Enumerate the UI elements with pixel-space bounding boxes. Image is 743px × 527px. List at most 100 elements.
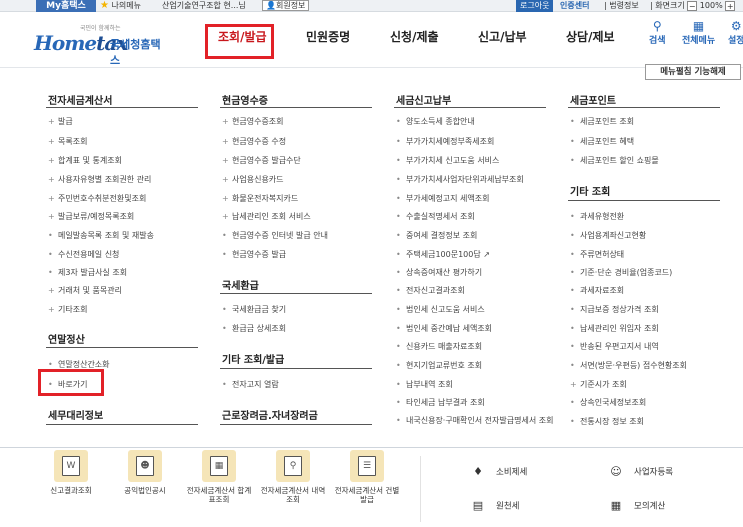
- search-icon: ⚲: [652, 19, 662, 33]
- settings-button[interactable]: ⚙ 설정: [728, 19, 743, 46]
- menu-item[interactable]: • 세금포인트 할인 쇼핑몰: [570, 155, 659, 166]
- menu-item[interactable]: • 부가세예정고지 세액조회: [396, 193, 490, 204]
- menu-item[interactable]: • 현지기업교류번호 조회: [396, 360, 482, 371]
- menu-item[interactable]: • 타인세금 납부결과 조회: [396, 397, 485, 408]
- menu-item[interactable]: • 제3자 발급사실 조회: [48, 267, 127, 278]
- menu-item[interactable]: • 지급보증 정상가격 조회: [570, 304, 659, 315]
- zoom-in-button[interactable]: +: [725, 0, 736, 11]
- menu-item-label: 납부내역 조회: [406, 380, 453, 389]
- menu-item[interactable]: • 전자고지 열람: [222, 379, 279, 390]
- company-name: 산업기술연구조합 현...님: [162, 1, 246, 10]
- menu-item[interactable]: + 납세관리인 조회 서비스: [222, 211, 311, 222]
- menu-item[interactable]: • 신용카드 매출자료조회: [396, 341, 482, 352]
- menu-item[interactable]: + 기준시가 조회: [570, 379, 627, 390]
- menu-item[interactable]: • 법인세 중간예납 세액조회: [396, 323, 492, 334]
- document-list-icon: ☰: [350, 450, 384, 482]
- menu-item[interactable]: • 상속증여재산 평가하기: [396, 267, 482, 278]
- menu-item[interactable]: • 과세자료조회: [570, 285, 624, 296]
- menu-item[interactable]: • 환급금 상세조회: [222, 323, 286, 334]
- law-info-link[interactable]: | 법령정보: [604, 0, 639, 12]
- my-hometax-button[interactable]: My홈택스: [36, 0, 96, 12]
- menu-item[interactable]: • 주류면허상태: [570, 249, 624, 260]
- law-info-label: 법령정보: [609, 1, 639, 10]
- nav-report-pay[interactable]: 신고/납부: [478, 28, 527, 45]
- menu-item[interactable]: + 합계표 및 통계조회: [48, 155, 122, 166]
- menu-item[interactable]: + 기타조회: [48, 304, 87, 315]
- link-consumption-tax[interactable]: ♦ 소비제세: [470, 464, 527, 480]
- menu-item[interactable]: • 반송된 우편고지서 내역: [570, 341, 659, 352]
- menu-item-label: 기타조회: [58, 305, 88, 314]
- menu-item[interactable]: + 화물운전자복지카드: [222, 193, 298, 204]
- menu-item[interactable]: + 사업용신용카드: [222, 174, 284, 185]
- link-simulation[interactable]: ▦ 모의계산: [608, 498, 665, 514]
- quick-link-einvoice-detail[interactable]: ⚲ 전자세금계산서 내역조회: [258, 450, 328, 504]
- menu-item-label: 부가가치세예정부족세조회: [406, 137, 495, 146]
- menu-item-label: 상속증여재산 평가하기: [406, 268, 483, 277]
- all-menu-button[interactable]: ▦ 전체메뉴: [682, 19, 715, 46]
- menu-item[interactable]: + 주민번호수취분전환및조회: [48, 193, 146, 204]
- menu-bubble-toggle-button[interactable]: 메뉴펼침 기능해제: [645, 64, 741, 80]
- link-business-registration[interactable]: ☺ 사업자등록: [608, 464, 673, 480]
- quick-link-einvoice-summary[interactable]: ▦ 전자세금계산서 합계표조회: [184, 450, 254, 504]
- menu-item[interactable]: • 납세관리인 위임자 조회: [570, 323, 659, 334]
- menu-item[interactable]: + 현금영수증 수정: [222, 136, 286, 147]
- menu-item-label: 현금영수증 발급수단: [232, 156, 301, 165]
- menu-item[interactable]: • 내국신용장·구매확인서 전자발급명세서 조회: [396, 416, 568, 434]
- menu-item[interactable]: • 국세환급금 찾기: [222, 304, 286, 315]
- nav-civil-certificate[interactable]: 민원증명: [306, 28, 350, 45]
- nav-apply-submit[interactable]: 신청/제출: [390, 28, 439, 45]
- quick-link-public-corp[interactable]: ☻ 공익법인공시: [110, 450, 180, 495]
- menu-item[interactable]: + 거래처 및 품목관리: [48, 285, 122, 296]
- menu-item[interactable]: • 전통시장 정보 조회: [570, 416, 644, 427]
- menu-item[interactable]: • 양도소득세 종합안내: [396, 116, 475, 127]
- menu-item[interactable]: • 주택세금100문100답 ↗: [396, 249, 490, 260]
- menu-item[interactable]: • 메일발송목록 조회 및 재발송: [48, 230, 154, 241]
- menu-item[interactable]: • 현금영수증 발급: [222, 249, 286, 260]
- menu-item[interactable]: + 발급: [48, 116, 73, 127]
- menu-item[interactable]: • 사업용계좌신고현황: [570, 230, 646, 241]
- menu-item[interactable]: • 전자신고결과조회: [396, 285, 465, 296]
- nav-consult-report[interactable]: 상담/제보: [566, 28, 615, 45]
- menu-item[interactable]: + 현금영수증조회: [222, 116, 284, 127]
- menu-item[interactable]: • 부가가치세사업자단위과세납부조회: [396, 174, 524, 185]
- menu-item[interactable]: • 법인세 신고도움 서비스: [396, 304, 485, 315]
- menu-item[interactable]: + 목록조회: [48, 136, 87, 147]
- member-info-button[interactable]: 👤회원정보: [262, 0, 310, 11]
- link-withholding-tax[interactable]: ▤ 원천세: [470, 498, 520, 514]
- menu-item[interactable]: • 중여세 결정정보 조회: [396, 230, 477, 241]
- col-title-eitc[interactable]: 근로장려금.자녀장려금: [222, 407, 318, 422]
- zoom-out-button[interactable]: −: [687, 0, 698, 11]
- quick-link-einvoice-issue[interactable]: ☰ 전자세금계산서 건별발급: [332, 450, 402, 504]
- divider: [394, 107, 546, 108]
- quick-link-label: 공익법인공시: [124, 486, 166, 495]
- menu-item[interactable]: • 부가가치세 신고도움 서비스: [396, 155, 499, 166]
- logout-button[interactable]: 로그아웃: [516, 0, 554, 12]
- col-title-tax-agent[interactable]: 세무대리정보: [48, 407, 103, 422]
- cert-center-link[interactable]: 인증센터: [560, 0, 589, 12]
- menu-item-label: 국세환급금 찾기: [232, 305, 287, 314]
- menu-item[interactable]: • 서면(방문·우편등) 접수현황조회: [570, 360, 687, 371]
- hometax-logo[interactable]: 국민이 함께하는 Hometax 국세청홈택스: [30, 23, 170, 67]
- menu-item[interactable]: • 수신전용메일 신청: [48, 249, 119, 260]
- menu-item[interactable]: • 납부내역 조회: [396, 379, 453, 390]
- menu-item[interactable]: • 과세유형전환: [570, 211, 624, 222]
- menu-item[interactable]: • 기준·단순 경비율(업종코드): [570, 267, 672, 278]
- menu-item[interactable]: • 세금포인트 조회: [570, 116, 634, 127]
- menu-item[interactable]: + 발급보류/예정목록조회: [48, 211, 134, 222]
- all-menu-label: 전체메뉴: [682, 36, 716, 46]
- menu-item-label: 전자신고결과조회: [406, 286, 465, 295]
- menu-item-label: 납세관리인 위임자 조회: [580, 324, 659, 333]
- menu-item[interactable]: • 세금포인트 혜택: [570, 136, 634, 147]
- menu-item[interactable]: + 현금영수증 발급수단: [222, 155, 301, 166]
- menu-item[interactable]: • 부가가치세예정부족세조회: [396, 136, 494, 147]
- menu-item[interactable]: + 사용자유형별 조회권한 관리: [48, 174, 151, 185]
- link-label: 원천세: [496, 501, 520, 512]
- menu-item-label: 납세관리인 조회 서비스: [232, 212, 311, 221]
- menu-item[interactable]: • 수출실적명세서 조회: [396, 211, 475, 222]
- menu-item[interactable]: • 현금영수증 인터넷 발급 안내: [222, 230, 328, 241]
- menu-item-label: 서면(방문·우편등) 접수현황조회: [580, 361, 688, 370]
- search-button[interactable]: ⚲ 검색: [649, 19, 666, 46]
- quick-link-report-result[interactable]: W 신고결과조회: [36, 450, 106, 495]
- favorites-link[interactable]: ★ 나의메뉴: [100, 0, 141, 12]
- menu-item[interactable]: • 상속인국세정보조회: [570, 397, 646, 408]
